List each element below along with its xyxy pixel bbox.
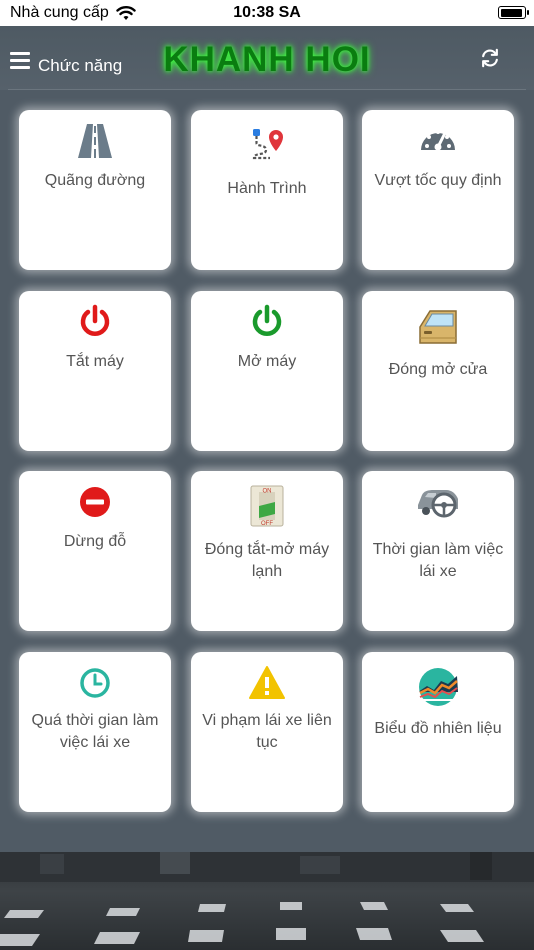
tile-quang-duong[interactable]: Quãng đường bbox=[19, 110, 171, 270]
warning-icon bbox=[248, 664, 286, 702]
steering-icon bbox=[416, 485, 460, 519]
power-on-icon bbox=[248, 303, 286, 341]
tile-tat-may[interactable]: Tắt máy bbox=[19, 291, 171, 451]
tile-label: Biểu đồ nhiên liệu bbox=[374, 720, 502, 737]
chart-icon bbox=[417, 666, 459, 708]
route-icon bbox=[248, 126, 286, 164]
brand-title: KHANH HOI bbox=[163, 40, 371, 79]
tile-label: Đóng tắt-mở máy lạnh bbox=[204, 541, 330, 580]
tile-vuot-toc[interactable]: Vượt tốc quy định bbox=[362, 110, 514, 270]
tile-may-lanh[interactable]: ON OFF Đóng tắt-mở máy lạnh bbox=[191, 471, 343, 631]
stop-icon bbox=[76, 483, 114, 521]
tile-mo-may[interactable]: Mở máy bbox=[191, 291, 343, 451]
tile-vi-pham[interactable]: Vi phạm lái xe liên tục bbox=[191, 652, 343, 812]
tile-thoi-gian-lai-xe[interactable]: Thời gian làm việc lái xe bbox=[362, 471, 514, 631]
tile-label: Dừng đỗ bbox=[63, 533, 127, 550]
tile-label: Tắt máy bbox=[66, 353, 124, 370]
tile-dong-mo-cua[interactable]: Đóng mở cửa bbox=[362, 291, 514, 451]
tile-label: Quá thời gian làm việc lái xe bbox=[31, 712, 159, 751]
clock-time: 10:38 SA bbox=[233, 4, 301, 21]
tile-label: Vượt tốc quy định bbox=[374, 172, 502, 189]
tile-bieu-do[interactable]: Biểu đồ nhiên liệu bbox=[362, 652, 514, 812]
ac-switch-icon: ON OFF bbox=[249, 485, 285, 527]
app-header: Chức năng KHANH HOI bbox=[0, 26, 534, 90]
tile-label: Hành Trình bbox=[227, 180, 307, 197]
tile-label: Vi phạm lái xe liên tục bbox=[202, 712, 332, 751]
road-icon bbox=[76, 122, 114, 160]
battery-icon bbox=[498, 6, 529, 19]
tile-hanh-trinh[interactable]: Hành Trình bbox=[191, 110, 343, 270]
clock-icon bbox=[76, 664, 114, 702]
tile-qua-thoi-gian[interactable]: Quá thời gian làm việc lái xe bbox=[19, 652, 171, 812]
tile-label: Thời gian làm việc lái xe bbox=[372, 541, 504, 580]
tile-label: Mở máy bbox=[237, 353, 297, 370]
function-grid: Quãng đường Hành Trình Vượt tốc quy định… bbox=[0, 90, 534, 852]
speedometer-icon bbox=[419, 122, 457, 160]
tile-label: Quãng đường bbox=[44, 172, 146, 189]
switch-on-text: ON bbox=[263, 489, 272, 495]
tile-label: Đóng mở cửa bbox=[388, 361, 488, 378]
power-off-icon bbox=[76, 303, 114, 341]
tile-dung-do[interactable]: Dừng đỗ bbox=[19, 471, 171, 631]
switch-off-text: OFF bbox=[261, 521, 273, 527]
status-bar: Nhà cung cấp 10:38 SA bbox=[0, 0, 534, 26]
street-background-image bbox=[0, 852, 534, 950]
car-door-icon bbox=[416, 305, 460, 349]
refresh-icon[interactable] bbox=[480, 47, 500, 69]
